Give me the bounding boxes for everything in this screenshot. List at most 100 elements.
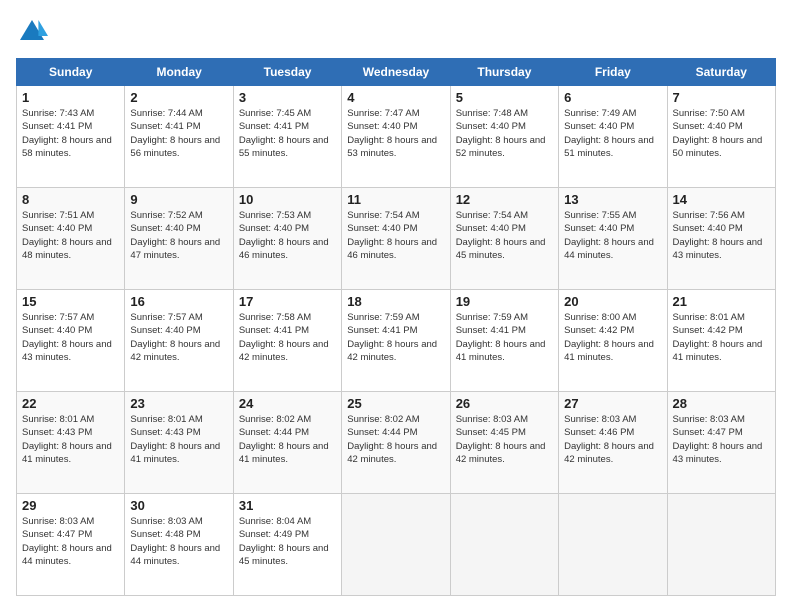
calendar-cell: 8 Sunrise: 7:51 AM Sunset: 4:40 PM Dayli… xyxy=(17,188,125,290)
day-number: 21 xyxy=(673,294,770,309)
weekday-header-friday: Friday xyxy=(559,59,667,86)
day-info: Sunrise: 8:03 AM Sunset: 4:47 PM Dayligh… xyxy=(673,413,770,466)
day-info: Sunrise: 7:55 AM Sunset: 4:40 PM Dayligh… xyxy=(564,209,661,262)
day-number: 16 xyxy=(130,294,227,309)
calendar-cell: 4 Sunrise: 7:47 AM Sunset: 4:40 PM Dayli… xyxy=(342,86,450,188)
day-number: 7 xyxy=(673,90,770,105)
day-number: 10 xyxy=(239,192,336,207)
day-info: Sunrise: 7:52 AM Sunset: 4:40 PM Dayligh… xyxy=(130,209,227,262)
calendar-header-row: SundayMondayTuesdayWednesdayThursdayFrid… xyxy=(17,59,776,86)
day-info: Sunrise: 8:04 AM Sunset: 4:49 PM Dayligh… xyxy=(239,515,336,568)
day-number: 2 xyxy=(130,90,227,105)
day-info: Sunrise: 7:49 AM Sunset: 4:40 PM Dayligh… xyxy=(564,107,661,160)
page: SundayMondayTuesdayWednesdayThursdayFrid… xyxy=(0,0,792,612)
weekday-header-sunday: Sunday xyxy=(17,59,125,86)
day-number: 15 xyxy=(22,294,119,309)
day-number: 13 xyxy=(564,192,661,207)
day-number: 6 xyxy=(564,90,661,105)
calendar-cell: 16 Sunrise: 7:57 AM Sunset: 4:40 PM Dayl… xyxy=(125,290,233,392)
weekday-header-tuesday: Tuesday xyxy=(233,59,341,86)
day-info: Sunrise: 7:48 AM Sunset: 4:40 PM Dayligh… xyxy=(456,107,553,160)
day-info: Sunrise: 7:57 AM Sunset: 4:40 PM Dayligh… xyxy=(130,311,227,364)
calendar-cell xyxy=(342,494,450,596)
day-info: Sunrise: 8:01 AM Sunset: 4:43 PM Dayligh… xyxy=(22,413,119,466)
day-number: 1 xyxy=(22,90,119,105)
calendar-cell: 24 Sunrise: 8:02 AM Sunset: 4:44 PM Dayl… xyxy=(233,392,341,494)
day-number: 23 xyxy=(130,396,227,411)
day-info: Sunrise: 7:57 AM Sunset: 4:40 PM Dayligh… xyxy=(22,311,119,364)
calendar-cell: 7 Sunrise: 7:50 AM Sunset: 4:40 PM Dayli… xyxy=(667,86,775,188)
day-info: Sunrise: 8:03 AM Sunset: 4:47 PM Dayligh… xyxy=(22,515,119,568)
day-number: 9 xyxy=(130,192,227,207)
calendar-cell: 3 Sunrise: 7:45 AM Sunset: 4:41 PM Dayli… xyxy=(233,86,341,188)
day-number: 14 xyxy=(673,192,770,207)
calendar-cell: 30 Sunrise: 8:03 AM Sunset: 4:48 PM Dayl… xyxy=(125,494,233,596)
day-number: 5 xyxy=(456,90,553,105)
day-info: Sunrise: 7:44 AM Sunset: 4:41 PM Dayligh… xyxy=(130,107,227,160)
calendar-cell: 11 Sunrise: 7:54 AM Sunset: 4:40 PM Dayl… xyxy=(342,188,450,290)
day-info: Sunrise: 8:03 AM Sunset: 4:45 PM Dayligh… xyxy=(456,413,553,466)
day-number: 12 xyxy=(456,192,553,207)
day-number: 31 xyxy=(239,498,336,513)
day-number: 22 xyxy=(22,396,119,411)
day-info: Sunrise: 7:50 AM Sunset: 4:40 PM Dayligh… xyxy=(673,107,770,160)
day-number: 28 xyxy=(673,396,770,411)
calendar-cell: 9 Sunrise: 7:52 AM Sunset: 4:40 PM Dayli… xyxy=(125,188,233,290)
calendar-cell: 20 Sunrise: 8:00 AM Sunset: 4:42 PM Dayl… xyxy=(559,290,667,392)
calendar-cell xyxy=(450,494,558,596)
calendar-week-2: 8 Sunrise: 7:51 AM Sunset: 4:40 PM Dayli… xyxy=(17,188,776,290)
calendar-cell xyxy=(667,494,775,596)
day-info: Sunrise: 7:54 AM Sunset: 4:40 PM Dayligh… xyxy=(347,209,444,262)
calendar-cell: 15 Sunrise: 7:57 AM Sunset: 4:40 PM Dayl… xyxy=(17,290,125,392)
logo xyxy=(16,16,54,48)
calendar-cell: 23 Sunrise: 8:01 AM Sunset: 4:43 PM Dayl… xyxy=(125,392,233,494)
day-info: Sunrise: 7:53 AM Sunset: 4:40 PM Dayligh… xyxy=(239,209,336,262)
calendar-cell: 25 Sunrise: 8:02 AM Sunset: 4:44 PM Dayl… xyxy=(342,392,450,494)
header xyxy=(16,16,776,48)
day-info: Sunrise: 8:00 AM Sunset: 4:42 PM Dayligh… xyxy=(564,311,661,364)
calendar-cell: 5 Sunrise: 7:48 AM Sunset: 4:40 PM Dayli… xyxy=(450,86,558,188)
calendar-cell: 29 Sunrise: 8:03 AM Sunset: 4:47 PM Dayl… xyxy=(17,494,125,596)
calendar-week-1: 1 Sunrise: 7:43 AM Sunset: 4:41 PM Dayli… xyxy=(17,86,776,188)
day-info: Sunrise: 8:03 AM Sunset: 4:46 PM Dayligh… xyxy=(564,413,661,466)
calendar-cell xyxy=(559,494,667,596)
day-info: Sunrise: 7:54 AM Sunset: 4:40 PM Dayligh… xyxy=(456,209,553,262)
calendar-cell: 2 Sunrise: 7:44 AM Sunset: 4:41 PM Dayli… xyxy=(125,86,233,188)
calendar-cell: 19 Sunrise: 7:59 AM Sunset: 4:41 PM Dayl… xyxy=(450,290,558,392)
calendar-cell: 12 Sunrise: 7:54 AM Sunset: 4:40 PM Dayl… xyxy=(450,188,558,290)
calendar-cell: 13 Sunrise: 7:55 AM Sunset: 4:40 PM Dayl… xyxy=(559,188,667,290)
day-info: Sunrise: 7:59 AM Sunset: 4:41 PM Dayligh… xyxy=(347,311,444,364)
day-number: 19 xyxy=(456,294,553,309)
calendar-cell: 22 Sunrise: 8:01 AM Sunset: 4:43 PM Dayl… xyxy=(17,392,125,494)
calendar-cell: 10 Sunrise: 7:53 AM Sunset: 4:40 PM Dayl… xyxy=(233,188,341,290)
calendar-table: SundayMondayTuesdayWednesdayThursdayFrid… xyxy=(16,58,776,596)
day-number: 18 xyxy=(347,294,444,309)
day-info: Sunrise: 8:01 AM Sunset: 4:42 PM Dayligh… xyxy=(673,311,770,364)
day-info: Sunrise: 8:03 AM Sunset: 4:48 PM Dayligh… xyxy=(130,515,227,568)
day-number: 17 xyxy=(239,294,336,309)
day-number: 20 xyxy=(564,294,661,309)
day-info: Sunrise: 7:47 AM Sunset: 4:40 PM Dayligh… xyxy=(347,107,444,160)
calendar-cell: 17 Sunrise: 7:58 AM Sunset: 4:41 PM Dayl… xyxy=(233,290,341,392)
calendar-week-4: 22 Sunrise: 8:01 AM Sunset: 4:43 PM Dayl… xyxy=(17,392,776,494)
day-number: 27 xyxy=(564,396,661,411)
day-number: 29 xyxy=(22,498,119,513)
calendar-cell: 26 Sunrise: 8:03 AM Sunset: 4:45 PM Dayl… xyxy=(450,392,558,494)
day-number: 8 xyxy=(22,192,119,207)
calendar-cell: 21 Sunrise: 8:01 AM Sunset: 4:42 PM Dayl… xyxy=(667,290,775,392)
weekday-header-saturday: Saturday xyxy=(667,59,775,86)
day-number: 24 xyxy=(239,396,336,411)
day-info: Sunrise: 8:02 AM Sunset: 4:44 PM Dayligh… xyxy=(239,413,336,466)
day-info: Sunrise: 7:58 AM Sunset: 4:41 PM Dayligh… xyxy=(239,311,336,364)
calendar-cell: 18 Sunrise: 7:59 AM Sunset: 4:41 PM Dayl… xyxy=(342,290,450,392)
day-number: 26 xyxy=(456,396,553,411)
day-info: Sunrise: 8:01 AM Sunset: 4:43 PM Dayligh… xyxy=(130,413,227,466)
calendar-cell: 28 Sunrise: 8:03 AM Sunset: 4:47 PM Dayl… xyxy=(667,392,775,494)
logo-icon xyxy=(16,16,48,48)
calendar-cell: 6 Sunrise: 7:49 AM Sunset: 4:40 PM Dayli… xyxy=(559,86,667,188)
calendar-cell: 31 Sunrise: 8:04 AM Sunset: 4:49 PM Dayl… xyxy=(233,494,341,596)
calendar-week-3: 15 Sunrise: 7:57 AM Sunset: 4:40 PM Dayl… xyxy=(17,290,776,392)
day-info: Sunrise: 7:59 AM Sunset: 4:41 PM Dayligh… xyxy=(456,311,553,364)
day-number: 11 xyxy=(347,192,444,207)
calendar-cell: 14 Sunrise: 7:56 AM Sunset: 4:40 PM Dayl… xyxy=(667,188,775,290)
